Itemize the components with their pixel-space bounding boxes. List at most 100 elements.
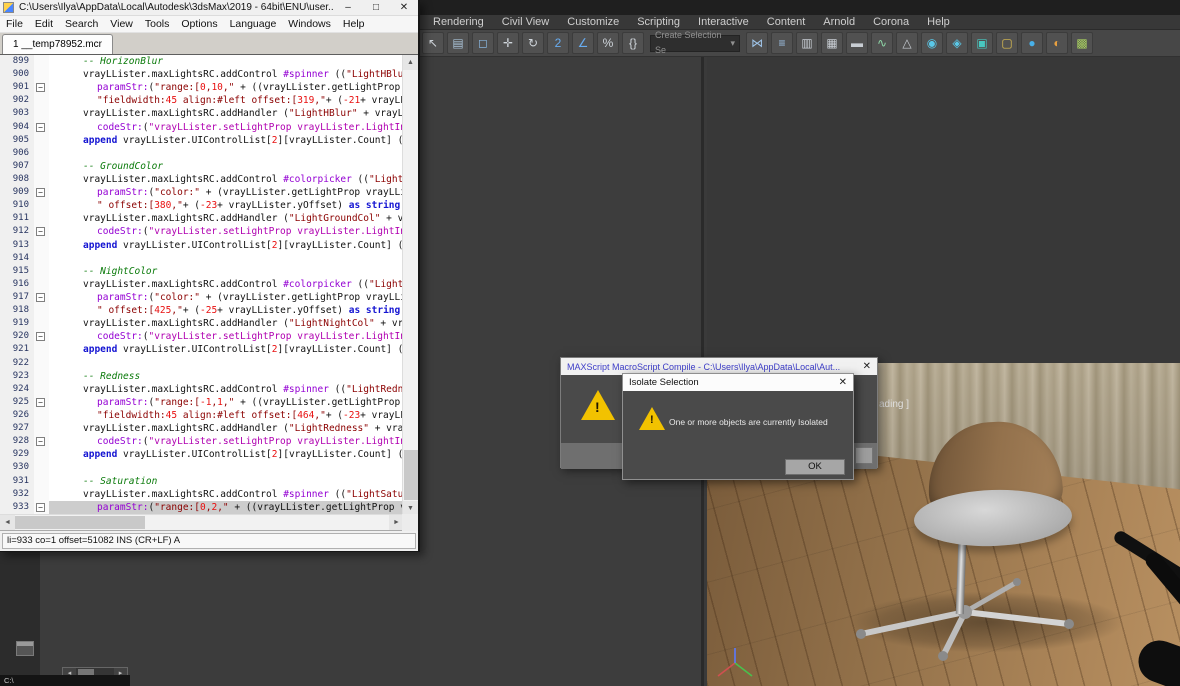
code-line-914[interactable]: 914 <box>0 251 404 265</box>
code-line-933[interactable]: 933− paramStr:("range:[0,2," + ((vrayLLis… <box>0 500 404 514</box>
code-line-922[interactable]: 922 <box>0 356 404 370</box>
toggle-scene-explorer-icon[interactable]: ▥ <box>796 32 818 54</box>
code-line-908[interactable]: 908 vrayLLister.maxLightsRC.addControl #c… <box>0 172 404 187</box>
editor-menu-view[interactable]: View <box>104 18 139 30</box>
fold-marker-icon[interactable]: − <box>36 122 45 132</box>
code-line-926[interactable]: 926 "fieldwidth:45 align:#left offset:[46… <box>0 408 404 423</box>
ok-button[interactable]: OK <box>785 459 845 475</box>
vertical-scrollbar[interactable]: ▲ ▼ <box>402 55 418 516</box>
fold-marker-icon[interactable]: − <box>36 502 45 512</box>
fold-marker-icon[interactable]: − <box>36 397 45 407</box>
max-menu-arnold[interactable]: Arnold <box>814 15 864 29</box>
code-line-910[interactable]: 910 " offset:[380,"+ (-23+ vrayLLister.yO… <box>0 199 404 213</box>
code-line-902[interactable]: 902 "fieldwidth:45 align:#left offset:[31… <box>0 94 404 108</box>
max-menu-interactive[interactable]: Interactive <box>689 15 758 29</box>
h-scroll-thumb[interactable] <box>15 516 145 529</box>
code-line-903[interactable]: 903 vrayLLister.maxLightsRC.addHandler ("… <box>0 107 404 121</box>
close-icon[interactable]: ✕ <box>857 361 871 372</box>
select-and-rotate-icon[interactable]: ↻ <box>522 32 544 54</box>
select-by-name-icon[interactable]: ▤ <box>447 32 469 54</box>
background-window-title[interactable]: C:\ <box>0 675 130 686</box>
max-menu-rendering[interactable]: Rendering <box>424 15 493 29</box>
h-scroll-track[interactable] <box>15 515 389 530</box>
code-line-900[interactable]: 900 vrayLLister.maxLightsRC.addControl #s… <box>0 68 404 82</box>
toggle-ribbon-icon[interactable]: ▬ <box>846 32 868 54</box>
code-line-912[interactable]: 912− codeStr:("vrayLLister.setLightProp v… <box>0 225 404 239</box>
minimized-window-icon[interactable] <box>16 641 34 656</box>
code-line-916[interactable]: 916 vrayLLister.maxLightsRC.addControl #c… <box>0 277 404 291</box>
align-icon[interactable]: ≡ <box>771 32 793 54</box>
code-line-909[interactable]: 909− paramStr:("color:" + (vrayLLister.ge… <box>0 186 404 200</box>
editor-menu-windows[interactable]: Windows <box>282 18 337 30</box>
max-menu-scripting[interactable]: Scripting <box>628 15 689 29</box>
scroll-left-icon[interactable]: ◄ <box>0 515 15 530</box>
editor-menu-tools[interactable]: Tools <box>139 18 176 30</box>
scroll-up-icon[interactable]: ▲ <box>403 55 418 70</box>
fold-marker-icon[interactable]: − <box>36 332 45 342</box>
max-menu-help[interactable]: Help <box>918 15 959 29</box>
code-line-920[interactable]: 920− codeStr:("vrayLLister.setLightProp v… <box>0 330 404 344</box>
snap-toggle-icon[interactable]: 2 <box>547 32 569 54</box>
minimize-icon[interactable]: – <box>334 2 362 13</box>
code-line-913[interactable]: 913 append vrayLLister.UIControlList[2][v… <box>0 238 404 252</box>
code-line-918[interactable]: 918 " offset:[425,"+ (-25+ vrayLLister.yO… <box>0 304 404 318</box>
code-line-931[interactable]: 931 -- Saturation <box>0 474 404 488</box>
max-menu-customize[interactable]: Customize <box>558 15 628 29</box>
editor-tab[interactable]: 1 __temp78952.mcr <box>2 34 113 54</box>
code-line-929[interactable]: 929 append vrayLLister.UIControlList[2][v… <box>0 448 404 462</box>
percent-snap-icon[interactable]: % <box>597 32 619 54</box>
state-sets-icon[interactable]: ▩ <box>1071 32 1093 54</box>
editor-menu-file[interactable]: File <box>0 18 29 30</box>
curve-editor-icon[interactable]: ∿ <box>871 32 893 54</box>
named-selection-sets-dropdown[interactable]: Create Selection Se ▾ <box>650 30 740 55</box>
code-line-923[interactable]: 923 -- Redness <box>0 369 404 383</box>
code-line-904[interactable]: 904− codeStr:("vrayLLister.setLightProp v… <box>0 120 404 134</box>
code-line-925[interactable]: 925− paramStr:("range:[-1,1," + ((vrayLLi… <box>0 395 404 409</box>
rendered-frame-window-icon[interactable]: ▢ <box>996 32 1018 54</box>
code-line-927[interactable]: 927 vrayLLister.maxLightsRC.addHandler ("… <box>0 422 404 436</box>
angle-snap-icon[interactable]: ∠ <box>572 32 594 54</box>
edit-named-selection-sets-icon[interactable]: {} <box>622 32 644 54</box>
code-line-919[interactable]: 919 vrayLLister.maxLightsRC.addHandler ("… <box>0 317 404 331</box>
toggle-layer-explorer-icon[interactable]: ▦ <box>821 32 843 54</box>
code-line-905[interactable]: 905 append vrayLLister.UIControlList[2][v… <box>0 133 404 147</box>
editor-menu-language[interactable]: Language <box>224 18 283 30</box>
select-object-icon[interactable]: ↖ <box>422 32 444 54</box>
editor-menu-edit[interactable]: Edit <box>29 18 59 30</box>
code-line-930[interactable]: 930 <box>0 461 404 475</box>
editor-menu-options[interactable]: Options <box>175 18 223 30</box>
viewport-label-fragment[interactable]: ading ] <box>879 399 909 410</box>
material-editor-icon[interactable]: ◉ <box>921 32 943 54</box>
maximize-icon[interactable]: □ <box>362 2 390 13</box>
horizontal-scrollbar[interactable]: ◄ ► <box>0 514 404 530</box>
code-line-906[interactable]: 906 <box>0 146 404 160</box>
schematic-view-icon[interactable]: △ <box>896 32 918 54</box>
code-line-915[interactable]: 915 -- NightColor <box>0 264 404 278</box>
fold-marker-icon[interactable]: − <box>36 292 45 302</box>
code-line-899[interactable]: 899 -- HorizonBlur <box>0 55 404 69</box>
render-iterative-icon[interactable]: ◐ <box>1046 32 1068 54</box>
ok-button-partial[interactable] <box>855 447 873 464</box>
code-line-928[interactable]: 928− codeStr:("vrayLLister.setLightProp v… <box>0 435 404 449</box>
material-map-browser-icon[interactable]: ◈ <box>946 32 968 54</box>
fold-marker-icon[interactable]: − <box>36 83 45 93</box>
editor-titlebar[interactable]: C:\Users\Ilya\AppData\Local\Autodesk\3ds… <box>0 0 418 16</box>
code-line-917[interactable]: 917− paramStr:("color:" + (vrayLLister.ge… <box>0 290 404 305</box>
rectangular-selection-region-icon[interactable]: ◻ <box>472 32 494 54</box>
close-icon[interactable]: ✕ <box>390 2 418 13</box>
mirror-icon[interactable]: ⋈ <box>746 32 768 54</box>
fold-marker-icon[interactable]: − <box>36 188 45 198</box>
editor-menu-search[interactable]: Search <box>59 18 104 30</box>
editor-menu-help[interactable]: Help <box>337 18 371 30</box>
render-production-icon[interactable]: ● <box>1021 32 1043 54</box>
max-menu-content[interactable]: Content <box>758 15 815 29</box>
max-menu-civil-view[interactable]: Civil View <box>493 15 558 29</box>
code-line-921[interactable]: 921 append vrayLLister.UIControlList[2][v… <box>0 343 404 357</box>
render-setup-icon[interactable]: ▣ <box>971 32 993 54</box>
isolate-dialog-titlebar[interactable]: Isolate Selection ✕ <box>623 374 853 391</box>
max-menu-corona[interactable]: Corona <box>864 15 918 29</box>
code-line-911[interactable]: 911 vrayLLister.maxLightsRC.addHandler ("… <box>0 212 404 226</box>
code-line-924[interactable]: 924 vrayLLister.maxLightsRC.addControl #s… <box>0 382 404 396</box>
close-icon[interactable]: ✕ <box>833 377 847 388</box>
code-line-901[interactable]: 901− paramStr:("range:[0,10," + ((vrayLLi… <box>0 81 404 95</box>
